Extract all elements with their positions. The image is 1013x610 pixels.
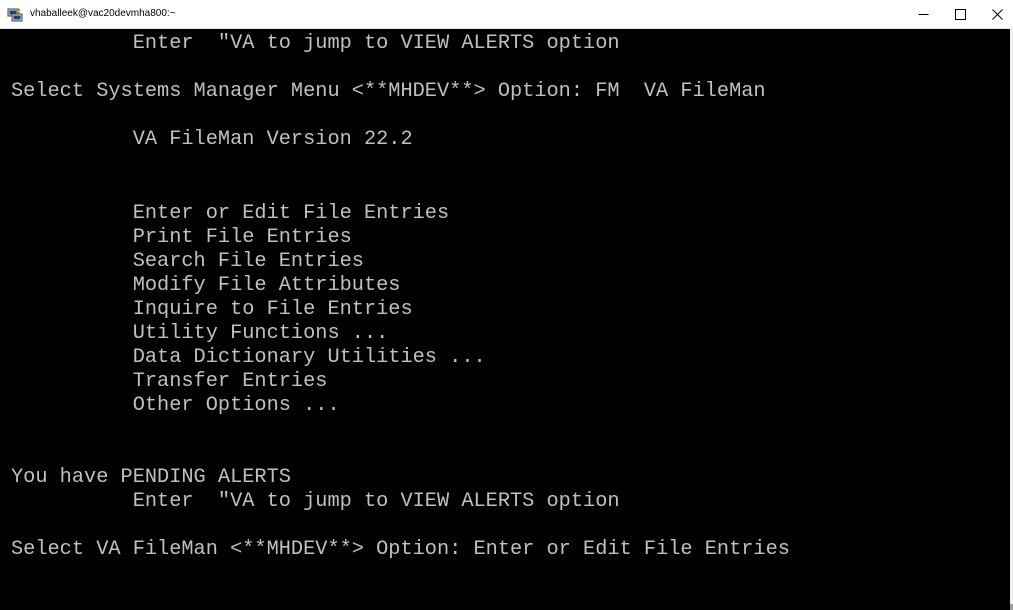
terminal-line: Enter "VA to jump to VIEW ALERTS option [11, 490, 620, 513]
minimize-button[interactable] [908, 0, 939, 28]
terminal-line: VA FileMan Version 22.2 [11, 128, 413, 151]
title-bar[interactable]: vhaballeek@vac20devmha800:~ [0, 0, 1013, 29]
window-title: vhaballeek@vac20devmha800:~ [30, 8, 176, 19]
terminal-line: Select Systems Manager Menu <**MHDEV**> … [11, 80, 766, 103]
terminal-line: Select VA FileMan <**MHDEV**> Option: En… [11, 538, 790, 561]
terminal-line: Transfer Entries [11, 370, 328, 393]
minimize-icon [918, 13, 929, 15]
close-icon [992, 8, 1003, 20]
terminal-line: You have PENDING ALERTS [11, 466, 291, 489]
terminal-line: Modify File Attributes [11, 274, 401, 297]
terminal-line: Data Dictionary Utilities ... [11, 346, 486, 369]
putty-window: vhaballeek@vac20devmha800:~ Enter "VA to… [0, 0, 1013, 610]
terminal-line: Print File Entries [11, 226, 352, 249]
terminal-line: Inquire to File Entries [11, 298, 413, 321]
terminal-line: Other Options ... [11, 394, 340, 417]
terminal-line: Enter "VA to jump to VIEW ALERTS option [11, 32, 620, 55]
terminal-line: Enter or Edit File Entries [11, 202, 450, 225]
terminal-line: Utility Functions ... [11, 322, 389, 345]
maximize-button[interactable] [945, 0, 976, 28]
maximize-icon [955, 8, 966, 20]
terminal-screen[interactable]: Enter "VA to jump to VIEW ALERTS option … [0, 29, 1010, 610]
putty-icon[interactable] [7, 7, 23, 23]
terminal-line: Search File Entries [11, 250, 364, 273]
close-button[interactable] [982, 0, 1013, 28]
